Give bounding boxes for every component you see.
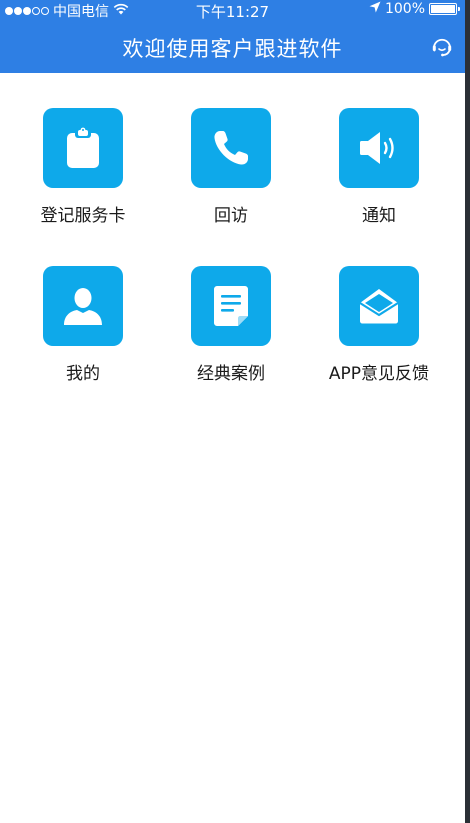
menu-item-label: APP意见反馈: [328, 364, 430, 384]
menu-item-label: 经典案例: [197, 364, 265, 384]
menu-icon-box: [43, 266, 123, 346]
menu-item-mine[interactable]: 我的: [18, 266, 148, 396]
user-icon: [64, 288, 102, 325]
menu-item-service-card[interactable]: 登记服务卡: [18, 108, 148, 238]
document-icon: [214, 286, 248, 326]
location-arrow-icon: [369, 1, 381, 17]
battery-percent: 100%: [384, 1, 425, 17]
app-screen: 中国电信 下午11:27 100% 欢迎使用客户跟进软件 登记服务卡 回访 通知…: [0, 0, 465, 823]
menu-icon-box: [191, 108, 271, 188]
battery-fill: [431, 5, 455, 13]
nav-bar: 欢迎使用客户跟进软件: [0, 20, 465, 73]
menu-icon-box: [43, 108, 123, 188]
battery-tip: [458, 7, 460, 11]
menu-item-label: 回访: [214, 206, 248, 226]
menu-icon-box: [339, 266, 419, 346]
envelope-icon: [359, 289, 399, 324]
clipboard-icon: [67, 127, 99, 168]
menu-icon-box: [339, 108, 419, 188]
status-bar: 中国电信 下午11:27 100%: [0, 0, 465, 21]
menu-item-label: 通知: [362, 206, 396, 226]
support-button[interactable]: [429, 34, 455, 60]
menu-item-notice[interactable]: 通知: [314, 108, 444, 238]
page-title: 欢迎使用客户跟进软件: [122, 37, 343, 61]
battery-icon: [429, 3, 460, 15]
status-right: 100%: [369, 1, 460, 17]
phone-icon: [214, 131, 248, 165]
speaker-icon: [360, 132, 394, 164]
menu-item-label: 我的: [66, 364, 100, 384]
menu-icon-box: [191, 266, 271, 346]
menu-item-label: 登记服务卡: [40, 206, 126, 226]
menu-item-cases[interactable]: 经典案例: [166, 266, 296, 396]
menu-item-callback[interactable]: 回访: [166, 108, 296, 238]
menu-item-feedback[interactable]: APP意见反馈: [314, 266, 444, 396]
screen-edge: [465, 0, 470, 823]
support-face-icon: [432, 38, 452, 57]
